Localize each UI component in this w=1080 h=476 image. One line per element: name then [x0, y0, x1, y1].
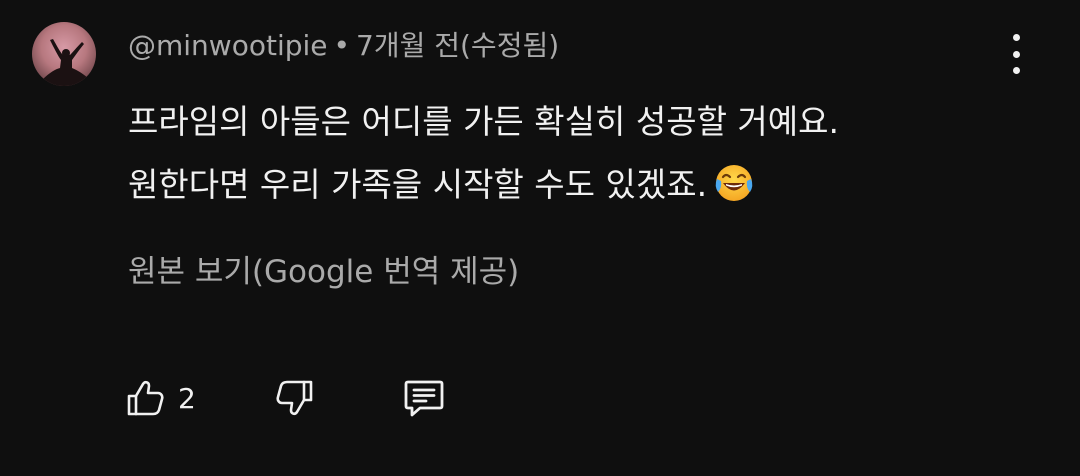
thumbs-up-icon — [127, 380, 164, 416]
avatar-silhouette-icon — [42, 39, 90, 86]
comment-actions: 2 — [124, 374, 448, 422]
avatar[interactable] — [32, 22, 96, 86]
more-vertical-icon-dot — [1012, 50, 1020, 58]
comment-line: 프라임의 아들은 어디를 가든 확실히 성공할 거예요. — [128, 102, 839, 141]
like-button[interactable]: 2 — [124, 374, 196, 422]
header-separator: • — [333, 29, 351, 62]
more-options-button[interactable] — [1000, 34, 1032, 74]
like-count: 2 — [178, 381, 196, 415]
view-original-link[interactable]: 원본 보기(Google 번역 제공) — [128, 250, 519, 294]
dislike-button[interactable] — [272, 374, 316, 422]
more-vertical-icon — [1012, 34, 1020, 41]
thumbs-down-icon — [276, 380, 313, 416]
reply-button[interactable] — [400, 374, 448, 422]
comment-timestamp: 7개월 전(수정됨) — [356, 29, 560, 62]
reply-comment-icon — [404, 380, 444, 417]
comment-header: @minwootipie • 7개월 전(수정됨) — [128, 26, 559, 66]
comment-card: @minwootipie • 7개월 전(수정됨) 프라임의 아들은 어디를 가든 … — [0, 0, 1080, 476]
comment-line-with-emoji: 원한다면 우리 가족을 시작할 수도 있겠죠. — [128, 153, 839, 224]
face-with-tears-of-joy-icon — [713, 161, 755, 224]
author-name[interactable]: @minwootipie — [128, 29, 328, 62]
comment-body: 프라임의 아들은 어디를 가든 확실히 성공할 거예요. 원한다면 우리 가족을… — [128, 90, 839, 224]
more-vertical-icon-dot — [1012, 67, 1020, 74]
comment-line: 원한다면 우리 가족을 시작할 수도 있겠죠. — [128, 165, 708, 204]
